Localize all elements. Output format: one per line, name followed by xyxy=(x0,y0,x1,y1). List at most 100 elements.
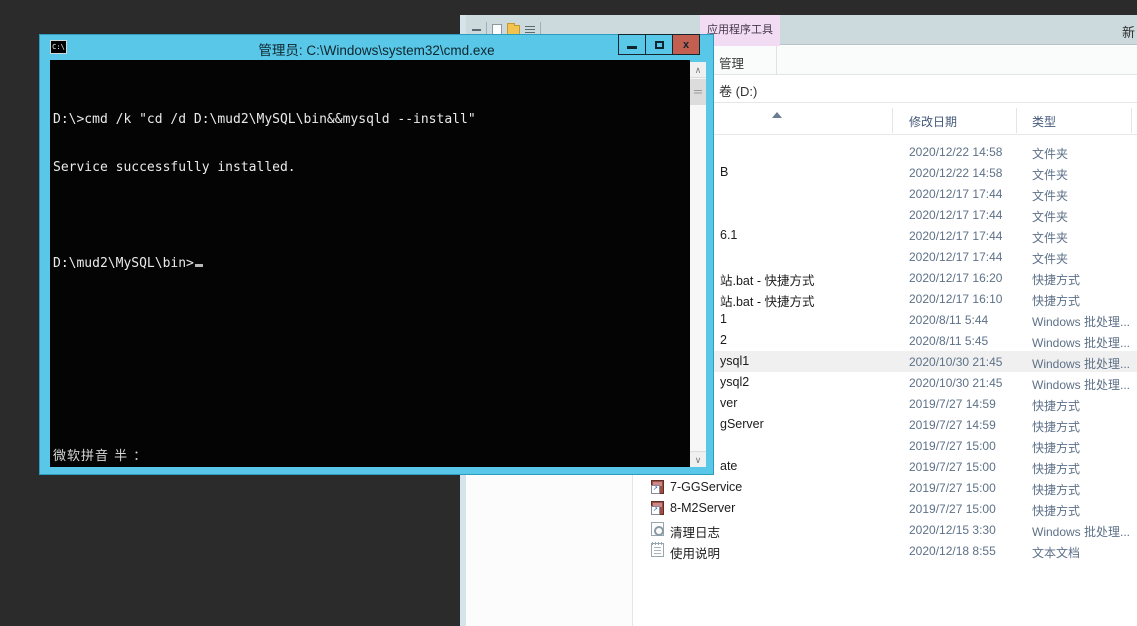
file-name: ate xyxy=(720,459,737,473)
file-type-icon xyxy=(651,543,664,557)
file-date: 2020/10/30 21:45 xyxy=(909,355,1002,369)
file-date: 2020/12/17 17:44 xyxy=(909,187,1002,201)
minimize-icon xyxy=(627,46,637,49)
sort-ascending-icon xyxy=(772,112,782,118)
file-row[interactable]: 使用说明 2020/12/18 8:55 文本文档 xyxy=(634,540,1137,561)
text-cursor xyxy=(195,264,203,267)
file-name: 1 xyxy=(720,312,727,326)
maximize-button[interactable] xyxy=(645,34,673,55)
scrollbar-thumb[interactable] xyxy=(690,79,706,105)
file-type-icon xyxy=(651,501,664,515)
file-date: 2020/12/18 8:55 xyxy=(909,544,996,558)
tab-separator xyxy=(776,46,777,75)
file-type: 文件夹 xyxy=(1032,229,1068,246)
file-name: B xyxy=(720,165,728,179)
console-text: D:\>cmd /k "cd /d D:\mud2\MySQL\bin&&mys… xyxy=(50,60,690,304)
cmd-window-title: 管理员: C:\Windows\system32\cmd.exe xyxy=(40,39,713,59)
minimize-ribbon-icon[interactable] xyxy=(472,29,481,31)
file-type: 快捷方式 xyxy=(1032,460,1080,477)
file-date: 2019/7/27 14:59 xyxy=(909,418,996,432)
file-type: 快捷方式 xyxy=(1032,439,1080,456)
tab-manage[interactable]: 管理 xyxy=(719,53,744,72)
file-type: 快捷方式 xyxy=(1032,502,1080,519)
ime-status-indicator: 微软拼音 半 ： xyxy=(53,445,147,464)
console-scrollbar[interactable]: ∧ ∨ xyxy=(690,62,706,467)
file-date: 2019/7/27 15:00 xyxy=(909,481,996,495)
cmd-window: C:\ 管理员: C:\Windows\system32\cmd.exe x D… xyxy=(40,35,713,474)
file-type: 快捷方式 xyxy=(1032,481,1080,498)
new-item-icon[interactable] xyxy=(492,24,502,36)
minimize-button[interactable] xyxy=(618,34,646,55)
console-line: D:\>cmd /k "cd /d D:\mud2\MySQL\bin&&mys… xyxy=(53,112,688,128)
file-date: 2020/12/17 17:44 xyxy=(909,229,1002,243)
file-name: 8-M2Server xyxy=(670,501,735,515)
file-date: 2020/12/22 14:58 xyxy=(909,145,1002,159)
file-type: 快捷方式 xyxy=(1032,292,1080,309)
file-name: 清理日志 xyxy=(670,522,720,541)
file-name: ver xyxy=(720,396,737,410)
scroll-down-icon[interactable]: ∨ xyxy=(690,451,706,467)
file-type: Windows 批处理... xyxy=(1032,334,1130,351)
file-type: Windows 批处理... xyxy=(1032,523,1130,540)
file-date: 2020/12/17 17:44 xyxy=(909,208,1002,222)
file-type: Windows 批处理... xyxy=(1032,376,1130,393)
maximize-icon xyxy=(655,41,664,49)
file-date: 2020/10/30 21:45 xyxy=(909,376,1002,390)
file-row[interactable]: 清理日志 2020/12/15 3:30 Windows 批处理... xyxy=(634,519,1137,540)
file-type: 文本文档 xyxy=(1032,544,1080,561)
close-button[interactable]: x xyxy=(672,34,700,55)
file-date: 2019/7/27 15:00 xyxy=(909,502,996,516)
column-header-date[interactable]: 修改日期 xyxy=(909,113,957,130)
file-name: gServer xyxy=(720,417,764,431)
file-type-icon xyxy=(651,522,664,536)
window-controls: x xyxy=(619,34,700,55)
file-type: 快捷方式 xyxy=(1032,271,1080,288)
column-separator[interactable] xyxy=(1016,108,1017,133)
scroll-up-icon[interactable]: ∧ xyxy=(690,62,706,78)
file-name: ysql1 xyxy=(720,354,749,368)
properties-icon[interactable] xyxy=(525,26,535,34)
file-name: 站.bat - 快捷方式 xyxy=(720,291,814,310)
console-line xyxy=(53,208,688,224)
file-date: 2019/7/27 15:00 xyxy=(909,460,996,474)
file-name: 站.bat - 快捷方式 xyxy=(720,270,814,289)
column-separator[interactable] xyxy=(1131,108,1132,133)
file-date: 2020/12/17 17:44 xyxy=(909,250,1002,264)
scrollbar-grip-icon xyxy=(694,90,702,95)
file-type: 文件夹 xyxy=(1032,250,1068,267)
file-name: 2 xyxy=(720,333,727,347)
file-date: 2020/12/15 3:30 xyxy=(909,523,996,537)
console-prompt: D:\mud2\MySQL\bin> xyxy=(53,256,194,271)
file-type: Windows 批处理... xyxy=(1032,355,1130,372)
file-type: 文件夹 xyxy=(1032,145,1068,162)
file-name: 使用说明 xyxy=(670,543,720,562)
file-type: 快捷方式 xyxy=(1032,418,1080,435)
file-type: 快捷方式 xyxy=(1032,397,1080,414)
file-date: 2020/12/22 14:58 xyxy=(909,166,1002,180)
file-date: 2019/7/27 14:59 xyxy=(909,397,996,411)
file-date: 2020/12/17 16:10 xyxy=(909,292,1002,306)
file-date: 2020/8/11 5:44 xyxy=(909,313,988,327)
file-date: 2020/8/11 5:45 xyxy=(909,334,988,348)
file-date: 2020/12/17 16:20 xyxy=(909,271,1002,285)
file-type-icon xyxy=(651,480,664,494)
file-type: 文件夹 xyxy=(1032,166,1068,183)
file-name: ysql2 xyxy=(720,375,749,389)
file-name: 6.1 xyxy=(720,228,737,242)
console-output[interactable]: D:\>cmd /k "cd /d D:\mud2\MySQL\bin&&mys… xyxy=(50,60,690,467)
file-type: 文件夹 xyxy=(1032,187,1068,204)
file-type: Windows 批处理... xyxy=(1032,313,1130,330)
file-date: 2019/7/27 15:00 xyxy=(909,439,996,453)
explorer-window-title: 新 xyxy=(1122,22,1135,41)
file-row[interactable]: 7-GGService 2019/7/27 15:00 快捷方式 xyxy=(634,477,1137,498)
file-name: 7-GGService xyxy=(670,480,742,494)
console-line: Service successfully installed. xyxy=(53,160,688,176)
console-prompt-line: D:\mud2\MySQL\bin> xyxy=(53,256,688,272)
column-header-type[interactable]: 类型 xyxy=(1032,113,1056,130)
file-type: 文件夹 xyxy=(1032,208,1068,225)
column-separator[interactable] xyxy=(892,108,893,133)
folder-icon[interactable] xyxy=(507,25,520,35)
file-row[interactable]: 8-M2Server 2019/7/27 15:00 快捷方式 xyxy=(634,498,1137,519)
address-path: 卷 (D:) xyxy=(719,81,757,100)
cmd-titlebar[interactable]: C:\ 管理员: C:\Windows\system32\cmd.exe x xyxy=(40,35,713,60)
